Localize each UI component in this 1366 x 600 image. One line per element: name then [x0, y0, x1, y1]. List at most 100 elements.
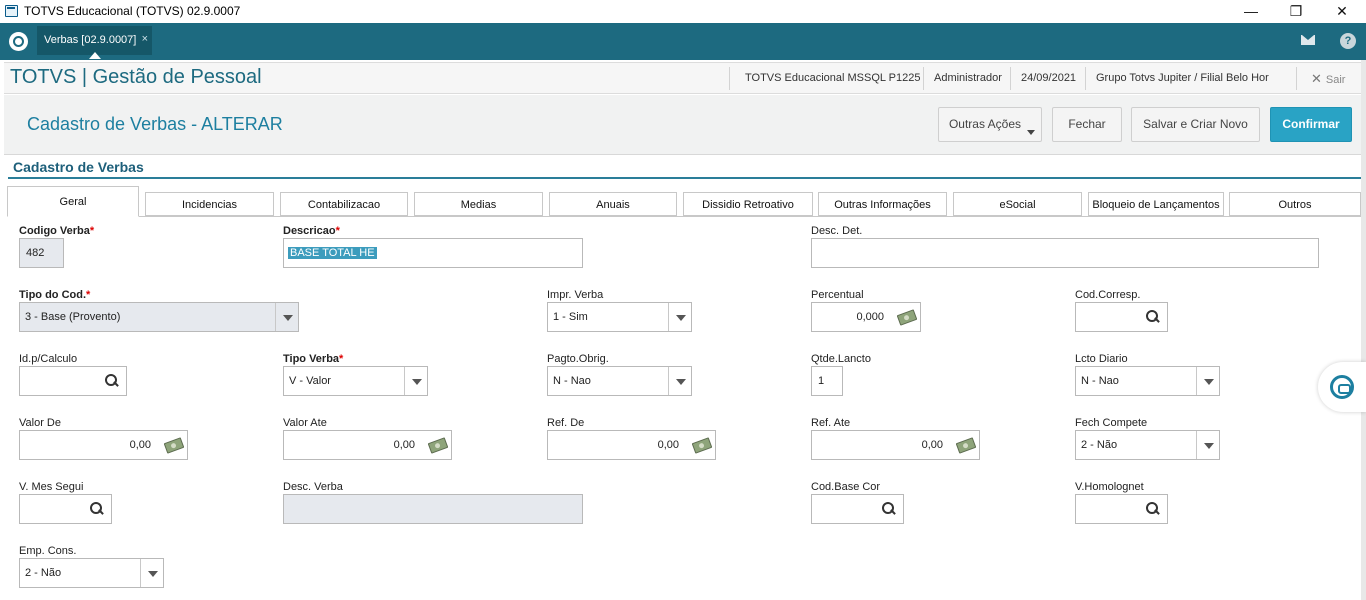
emp-cons-select[interactable]: 2 - Não: [19, 558, 164, 588]
lcto-diario-value: N - Nao: [1081, 375, 1119, 387]
desc-verba-label: Desc. Verba: [283, 481, 343, 493]
cod-base-cor-label: Cod.Base Cor: [811, 481, 881, 493]
qtde-lancto-field[interactable]: 1: [811, 366, 843, 396]
tab-contabilizacao[interactable]: Contabilizacao: [280, 192, 408, 216]
valor-de-label: Valor De: [19, 417, 61, 429]
tipo-verba-select[interactable]: V - Valor: [283, 366, 428, 396]
search-icon[interactable]: [1146, 502, 1160, 516]
tab-bloqueio-lancamentos[interactable]: Bloqueio de Lançamentos: [1088, 192, 1224, 216]
user-label: Administrador: [934, 72, 1002, 84]
tab-bar-line: [139, 216, 1361, 217]
tipo-cod-select[interactable]: 3 - Base (Provento): [19, 302, 299, 332]
emp-cons-value: 2 - Não: [25, 567, 62, 579]
tab-geral[interactable]: Geral: [7, 186, 139, 217]
tab-medias[interactable]: Medias: [414, 192, 543, 216]
lcto-diario-select[interactable]: N - Nao: [1075, 366, 1220, 396]
valor-de-field[interactable]: 0,00: [19, 430, 188, 460]
app-header: TOTVS | Gestão de Pessoal TOTVS Educacio…: [4, 62, 1361, 94]
help-icon[interactable]: ?: [1340, 33, 1356, 49]
tipo-cod-label: Tipo do Cod.*: [19, 289, 91, 301]
tipo-cod-value: 3 - Base (Provento): [25, 311, 121, 323]
codigo-verba-field[interactable]: 482: [19, 238, 64, 268]
header-divider: [1010, 67, 1011, 90]
tab-verbas[interactable]: Verbas [02.9.0007] ×: [37, 26, 152, 55]
tab-close-icon[interactable]: ×: [142, 33, 148, 45]
desc-det-field[interactable]: [811, 238, 1319, 268]
ref-ate-label: Ref. Ate: [811, 417, 851, 429]
chevron-down-icon: [1196, 431, 1219, 459]
close-button[interactable]: Fechar: [1052, 107, 1122, 142]
header-divider: [1085, 67, 1086, 90]
ref-de-label: Ref. De: [547, 417, 585, 429]
tab-esocial[interactable]: eSocial: [953, 192, 1082, 216]
close-window-button[interactable]: ✕: [1319, 0, 1365, 23]
cod-corresp-label: Cod.Corresp.: [1075, 289, 1141, 301]
v-homolognet-label: V.Homolognet: [1075, 481, 1144, 493]
company-label: Grupo Totvs Jupiter / Filial Belo Hor: [1096, 72, 1269, 84]
header-divider: [1296, 67, 1297, 90]
tipo-verba-label: Tipo Verba*: [283, 353, 344, 365]
tab-outros[interactable]: Outros: [1229, 192, 1361, 216]
impr-verba-select[interactable]: 1 - Sim: [547, 302, 692, 332]
chat-assistant-button[interactable]: [1318, 362, 1366, 412]
header-divider: [923, 67, 924, 90]
search-icon[interactable]: [1146, 310, 1160, 324]
fech-compete-select[interactable]: 2 - Não: [1075, 430, 1220, 460]
ref-ate-field[interactable]: 0,00: [811, 430, 980, 460]
tab-incidencias[interactable]: Incidencias: [145, 192, 274, 216]
tab-outras-informacoes[interactable]: Outras Informações: [818, 192, 947, 216]
other-actions-label: Outras Ações: [948, 117, 1022, 131]
desc-verba-field[interactable]: [283, 494, 583, 524]
exit-button[interactable]: ✕ Sair: [1311, 71, 1345, 87]
lcto-diario-label: Lcto Diario: [1075, 353, 1128, 365]
section-title: Cadastro de Verbas: [13, 159, 144, 175]
id-calculo-label: Id.p/Calculo: [19, 353, 78, 365]
valor-ate-field[interactable]: 0,00: [283, 430, 452, 460]
save-and-new-button[interactable]: Salvar e Criar Novo: [1131, 107, 1260, 142]
fech-compete-label: Fech Compete: [1075, 417, 1148, 429]
vertical-scrollbar[interactable]: [1361, 60, 1366, 600]
codigo-verba-label: Codigo Verba*: [19, 225, 95, 237]
pagto-obrig-select[interactable]: N - Nao: [547, 366, 692, 396]
desc-det-label: Desc. Det.: [811, 225, 863, 237]
search-icon[interactable]: [90, 502, 104, 516]
totvs-logo-icon[interactable]: [9, 32, 28, 51]
window-title: TOTVS Educacional (TOTVS) 02.9.0007: [24, 4, 241, 18]
confirm-button[interactable]: Confirmar: [1270, 107, 1352, 142]
tab-dissidio-retroativo[interactable]: Dissidio Retroativo: [683, 192, 813, 216]
descricao-value: BASE TOTAL HE: [288, 247, 377, 259]
chevron-down-icon: [1027, 130, 1035, 135]
chevron-down-icon: [1196, 367, 1219, 395]
chat-icon: [1330, 375, 1354, 399]
emp-cons-label: Emp. Cons.: [19, 545, 77, 557]
mail-icon[interactable]: [1301, 35, 1315, 45]
header-divider: [729, 67, 730, 90]
percentual-label: Percentual: [811, 289, 864, 301]
tipo-verba-value: V - Valor: [289, 375, 331, 387]
pagto-obrig-label: Pagto.Obrig.: [547, 353, 609, 365]
tab-anuais[interactable]: Anuais: [549, 192, 677, 216]
exit-label: Sair: [1325, 74, 1346, 86]
chevron-down-icon: [668, 367, 691, 395]
exit-icon: ✕: [1311, 71, 1322, 86]
restore-button[interactable]: ❐: [1273, 0, 1319, 23]
page-header: Cadastro de Verbas - ALTERAR Outras Açõe…: [4, 95, 1361, 155]
chevron-down-icon: [404, 367, 427, 395]
ref-de-field[interactable]: 0,00: [547, 430, 716, 460]
valor-ate-label: Valor Ate: [283, 417, 327, 429]
environment-label: TOTVS Educacional MSSQL P1225: [745, 72, 921, 84]
other-actions-button[interactable]: Outras Ações: [938, 107, 1042, 142]
fech-compete-value: 2 - Não: [1081, 439, 1118, 451]
search-icon[interactable]: [882, 502, 896, 516]
chevron-down-icon: [275, 303, 298, 331]
search-icon[interactable]: [105, 374, 119, 388]
descricao-field[interactable]: BASE TOTAL HE: [283, 238, 583, 268]
app-name: TOTVS | Gestão de Pessoal: [10, 66, 262, 88]
descricao-label: Descricao*: [283, 225, 340, 237]
minimize-button[interactable]: —: [1228, 0, 1274, 23]
impr-verba-label: Impr. Verba: [547, 289, 604, 301]
qtde-lancto-label: Qtde.Lancto: [811, 353, 871, 365]
active-tab-pointer: [89, 52, 101, 59]
top-navigation-bar: Verbas [02.9.0007] × ?: [0, 23, 1366, 60]
page-title: Cadastro de Verbas - ALTERAR: [27, 114, 283, 134]
